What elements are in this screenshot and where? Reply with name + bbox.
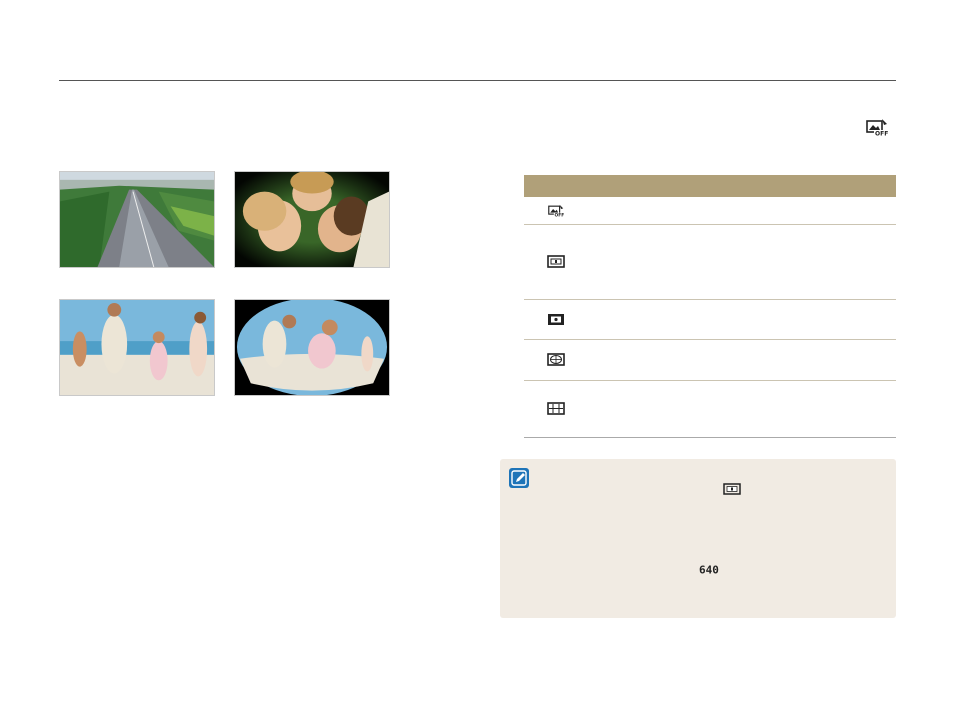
table-row xyxy=(524,224,896,300)
wide-lens-icon xyxy=(547,402,565,416)
table-cell-icon xyxy=(524,380,588,438)
table-cell-description xyxy=(588,380,896,438)
lens-effect-off-icon: OFF xyxy=(866,119,888,137)
table-row: OFF xyxy=(524,197,896,225)
sample-photo-beach-family xyxy=(59,299,215,396)
note-pencil-icon xyxy=(509,468,529,488)
sample-photo-faces xyxy=(234,171,390,268)
svg-text:OFF: OFF xyxy=(875,131,888,137)
table-cell-description xyxy=(588,299,896,340)
table-cell-description xyxy=(588,197,896,225)
table-row xyxy=(524,339,896,381)
table-cell-icon xyxy=(524,339,588,381)
lens-effect-off-icon: OFF xyxy=(548,204,565,217)
svg-text:640: 640 xyxy=(699,564,719,576)
sample-photo-highway xyxy=(59,171,215,268)
fisheye-icon xyxy=(547,353,565,367)
table-row xyxy=(524,380,896,438)
table-cell-description xyxy=(588,339,896,381)
miniature-icon xyxy=(547,255,565,269)
vignetting-icon xyxy=(548,313,564,325)
table-cell-icon xyxy=(524,299,588,340)
sample-photo-fisheye xyxy=(234,299,390,396)
svg-text:OFF: OFF xyxy=(555,212,565,216)
frame-icon xyxy=(723,483,741,495)
lens-effect-table: OFF xyxy=(524,175,896,438)
page-header-rule xyxy=(59,80,896,81)
table-cell-description xyxy=(588,224,896,300)
table-header-row xyxy=(524,175,896,197)
resolution-640-icon: 640 xyxy=(699,564,719,576)
table-row xyxy=(524,299,896,340)
table-header-icon xyxy=(524,175,588,197)
table-cell-icon: OFF xyxy=(524,197,588,225)
table-cell-icon xyxy=(524,224,588,300)
note-box xyxy=(500,459,896,618)
table-header-description xyxy=(588,175,896,197)
